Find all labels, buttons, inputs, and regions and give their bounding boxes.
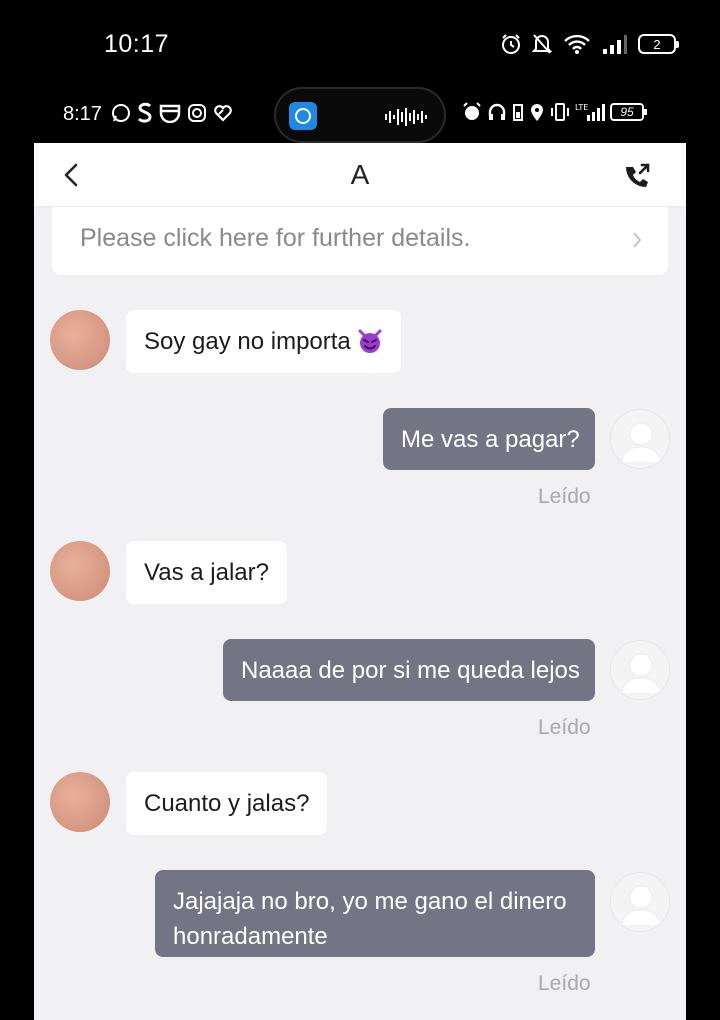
phone-call-icon[interactable] <box>622 161 652 191</box>
app-icon <box>289 102 317 130</box>
location-icon <box>531 104 543 121</box>
message-text: Me vas a pagar? <box>401 426 580 453</box>
vibrate-icon <box>551 103 569 121</box>
alarm-icon <box>463 102 481 120</box>
wifi-icon <box>564 34 590 54</box>
inner-status-bar: 8:17 LTE 95 <box>0 85 720 143</box>
contact-avatar[interactable] <box>50 772 110 832</box>
outgoing-message-bubble[interactable]: Naaaa de por si me queda lejos <box>223 639 595 701</box>
chat-title: A <box>350 159 370 190</box>
message-text: Vas a jalar? <box>144 559 269 586</box>
user-avatar[interactable] <box>610 640 670 700</box>
default-avatar-icon <box>620 885 662 926</box>
whatsapp-icon <box>112 104 130 122</box>
heart-app-icon <box>214 105 232 122</box>
outer-battery-indicator: 2 <box>638 34 679 54</box>
incoming-message-bubble[interactable]: Vas a jalar? <box>126 541 287 604</box>
svg-text:LTE: LTE <box>575 103 588 112</box>
lte-signal-icon: LTE <box>575 103 605 121</box>
message-text: Soy gay no importa <box>144 328 351 355</box>
read-receipt: Leído <box>538 972 591 995</box>
inner-clock: 8:17 <box>63 103 102 125</box>
details-notice-banner[interactable]: Please click here for further details. <box>52 207 668 275</box>
outer-status-icons: 2 <box>500 33 679 55</box>
message-text: Cuanto y jalas? <box>144 790 310 817</box>
read-receipt: Leído <box>538 716 591 739</box>
outgoing-message-bubble[interactable]: Me vas a pagar? <box>383 408 595 470</box>
inner-system-icons: LTE 95 <box>462 102 647 122</box>
earbud-battery-icon <box>513 104 523 121</box>
inner-battery-level: 95 <box>620 105 634 119</box>
chat-header: A <box>34 143 686 206</box>
outer-battery-level: 2 <box>653 36 661 52</box>
dynamic-island[interactable] <box>274 87 446 143</box>
s-app-icon <box>137 102 152 123</box>
user-avatar[interactable] <box>610 409 670 469</box>
headphones-icon <box>488 103 506 120</box>
message-text: Naaaa de por si me queda lejos <box>241 657 580 684</box>
incoming-message-bubble[interactable]: Soy gay no importa <box>126 310 401 373</box>
read-receipt: Leído <box>538 485 591 508</box>
user-avatar[interactable] <box>610 872 670 932</box>
signal-icon <box>603 35 627 54</box>
instagram-icon <box>188 104 206 122</box>
smiling-imp-emoji-icon <box>358 329 382 353</box>
inner-notification-icons <box>111 102 233 124</box>
audio-wave-icon <box>385 108 427 126</box>
shield-app-icon <box>159 104 181 123</box>
notice-text: Please click here for further details. <box>80 224 471 252</box>
outer-clock: 10:17 <box>104 30 170 58</box>
outer-status-bar: 10:17 2 <box>0 0 720 85</box>
default-avatar-icon <box>620 653 662 694</box>
inner-battery-indicator: 95 <box>610 103 647 121</box>
chat-screen: A Please click here for further details.… <box>34 143 686 1020</box>
mute-bell-icon <box>532 34 552 54</box>
contact-avatar[interactable] <box>50 310 110 370</box>
incoming-message-bubble[interactable]: Cuanto y jalas? <box>126 772 328 835</box>
contact-avatar[interactable] <box>50 541 110 601</box>
alarm-icon <box>502 34 520 54</box>
chevron-right-icon <box>633 232 642 248</box>
default-avatar-icon <box>620 422 662 463</box>
message-text: Jajajaja no bro, yo me gano el dinero ho… <box>173 888 567 950</box>
outgoing-message-bubble[interactable]: Jajajaja no bro, yo me gano el dinero ho… <box>155 870 595 957</box>
